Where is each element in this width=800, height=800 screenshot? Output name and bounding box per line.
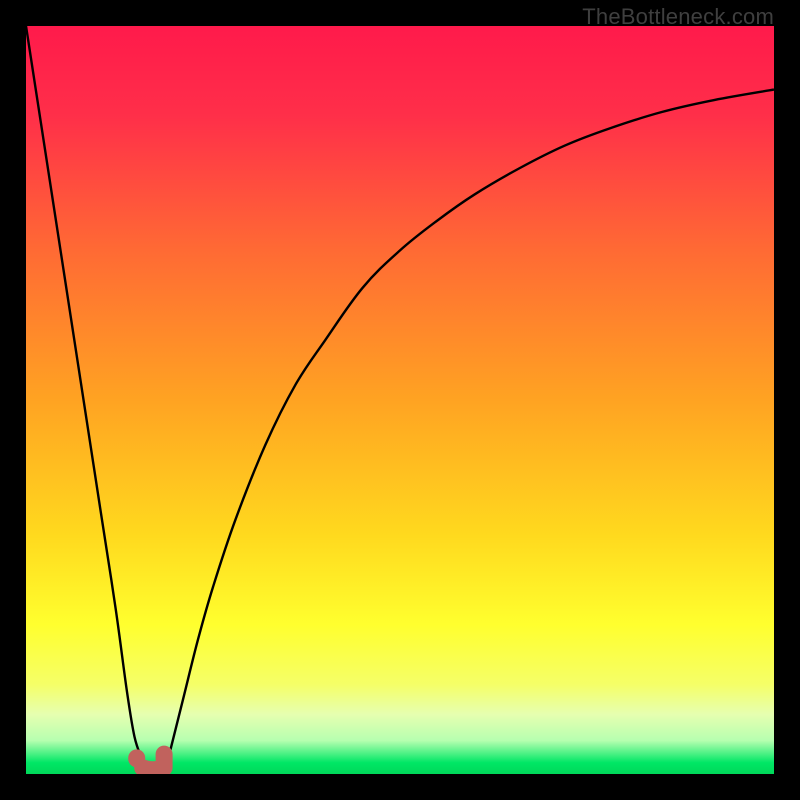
- chart-stage: TheBottleneck.com: [0, 0, 800, 800]
- bottleneck-curve-chart: [26, 26, 774, 774]
- plot-area: [26, 26, 774, 774]
- gradient-background: [26, 26, 774, 774]
